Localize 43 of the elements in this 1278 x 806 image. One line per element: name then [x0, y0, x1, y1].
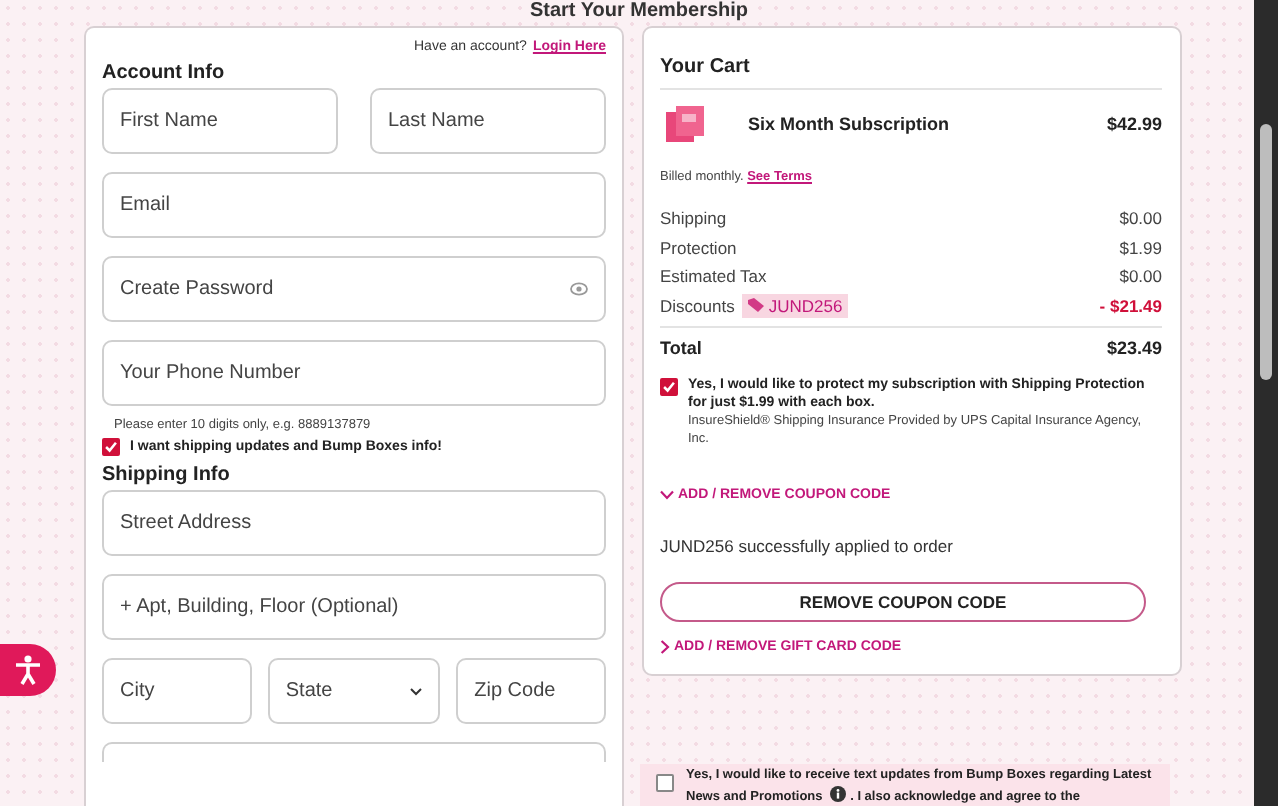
- eye-icon[interactable]: [570, 282, 588, 296]
- state-dropdown[interactable]: State: [267, 658, 441, 724]
- line-label: Protection: [660, 237, 737, 258]
- line-value: $0.00: [1119, 208, 1162, 229]
- line-label: Estimated Tax: [660, 266, 767, 287]
- line-label: Discounts: [660, 295, 735, 316]
- input-field[interactable]: Last Name: [370, 88, 606, 154]
- info-icon[interactable]: [830, 786, 847, 802]
- checkbox[interactable]: [102, 438, 120, 456]
- input-field[interactable]: Email: [102, 172, 606, 238]
- remove-coupon-button[interactable]: REMOVE COUPON CODE: [660, 582, 1146, 622]
- input-field[interactable]: First Name: [102, 88, 338, 154]
- section-heading: Shipping Info: [102, 464, 232, 486]
- coupon-message: JUND256 successfully applied to order: [660, 536, 955, 556]
- input-field[interactable]: Your Phone Number: [102, 340, 606, 406]
- line-value: - $21.49: [1099, 295, 1162, 316]
- total-label: Total: [660, 338, 702, 358]
- coupon-tag: JUND256: [742, 293, 849, 318]
- input-field[interactable]: [102, 742, 606, 762]
- accessibility-button[interactable]: [0, 644, 56, 696]
- item-price: $42.99: [1106, 114, 1162, 134]
- chevron-down-icon: [660, 490, 674, 500]
- section-heading: Account Info: [102, 62, 227, 84]
- input-field[interactable]: Create Password: [102, 256, 606, 322]
- chevron-down-icon: [410, 687, 423, 695]
- item-name: Six Month Subscription: [748, 114, 951, 134]
- cart-title: Your Cart: [660, 44, 1162, 90]
- input-field[interactable]: + Apt, Building, Floor (Optional): [102, 574, 606, 640]
- product-image: [664, 102, 708, 146]
- input-field[interactable]: Zip Code: [456, 658, 606, 724]
- page-title: Start Your Membership: [529, 0, 749, 24]
- checkbox[interactable]: [656, 774, 674, 792]
- line-value: $1.99: [1119, 237, 1162, 258]
- tag-icon: [748, 298, 765, 313]
- line-value: $0.00: [1119, 266, 1162, 287]
- line-label: Shipping: [660, 208, 727, 229]
- scrollbar[interactable]: [1254, 0, 1278, 806]
- total-value: $23.49: [1106, 338, 1162, 358]
- input-field[interactable]: Street Address: [102, 490, 606, 556]
- input-field[interactable]: City: [102, 658, 252, 724]
- person-icon: [14, 654, 42, 686]
- checkbox[interactable]: [660, 378, 678, 396]
- chevron-right-icon: [660, 640, 670, 654]
